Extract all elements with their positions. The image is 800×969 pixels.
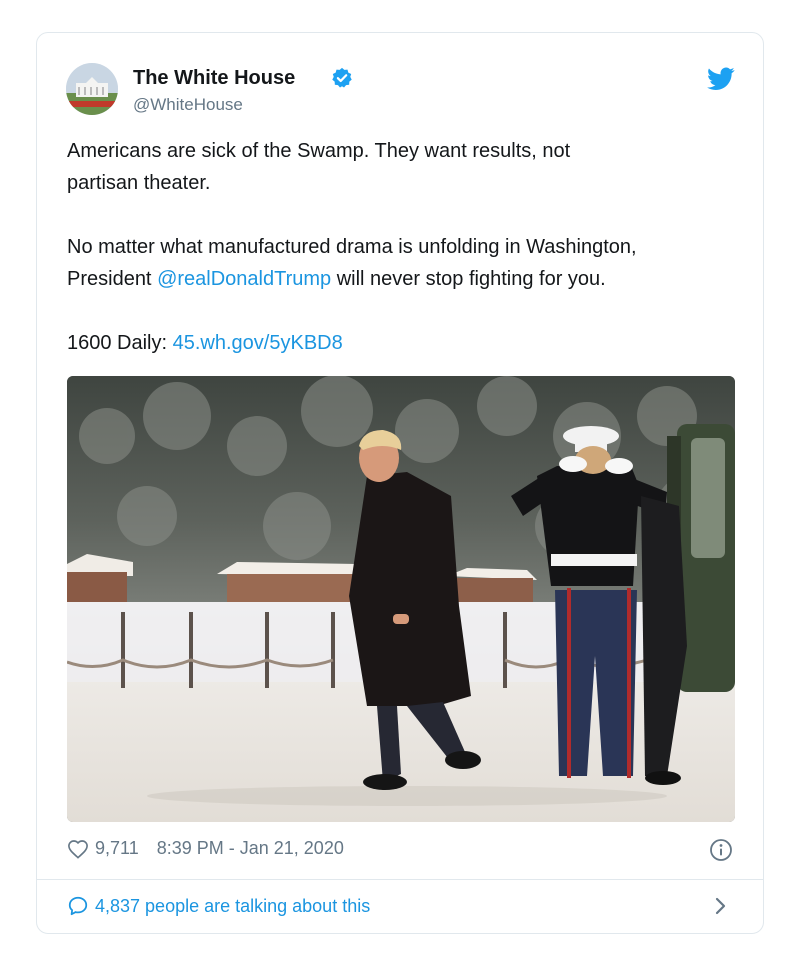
tweet-text-line-1: Americans are sick of the Swamp. They wa…: [67, 140, 571, 162]
url-link[interactable]: 45.wh.gov/5yKBD8: [173, 332, 343, 354]
divider: [37, 879, 763, 880]
tweet-text-line-3: No matter what manufactured drama is unf…: [67, 236, 637, 258]
tweet-card: The White House @WhiteHouse Americans ar…: [36, 32, 764, 934]
verified-badge-icon: [332, 67, 352, 88]
chevron-right-icon[interactable]: [713, 895, 729, 917]
tweet-text-line-2: partisan theater.: [67, 172, 211, 194]
tweet-text-fragment: will never stop fighting for you.: [331, 268, 606, 290]
tweet-text-line-5: 1600 Daily: 45.wh.gov/5yKBD8: [67, 327, 343, 359]
like-count[interactable]: 9,711: [95, 838, 139, 859]
tweet-timestamp[interactable]: 8:39 PM - Jan 21, 2020: [157, 838, 344, 859]
tweet-text-fragment: 1600 Daily:: [67, 332, 173, 354]
tweet-photo[interactable]: [67, 376, 735, 822]
tweet-text-fragment: President: [67, 268, 158, 290]
tweet-meta: 9,711 8:39 PM - Jan 21, 2020: [67, 838, 344, 859]
conversation-count-text: 4,837 people are talking about this: [95, 895, 371, 916]
conversation-link[interactable]: 4,837 people are talking about this: [67, 895, 370, 917]
avatar[interactable]: [66, 63, 118, 115]
info-icon[interactable]: [709, 838, 733, 862]
mention-link[interactable]: @realDonaldTrump: [157, 268, 331, 290]
author-handle[interactable]: @WhiteHouse: [133, 95, 243, 115]
author-name[interactable]: The White House: [133, 67, 295, 90]
twitter-bird-icon[interactable]: [707, 67, 735, 91]
heart-icon[interactable]: [67, 839, 89, 859]
tweet-text-line-4: President @realDonaldTrump will never st…: [67, 263, 606, 295]
comment-bubble-icon: [68, 896, 88, 916]
